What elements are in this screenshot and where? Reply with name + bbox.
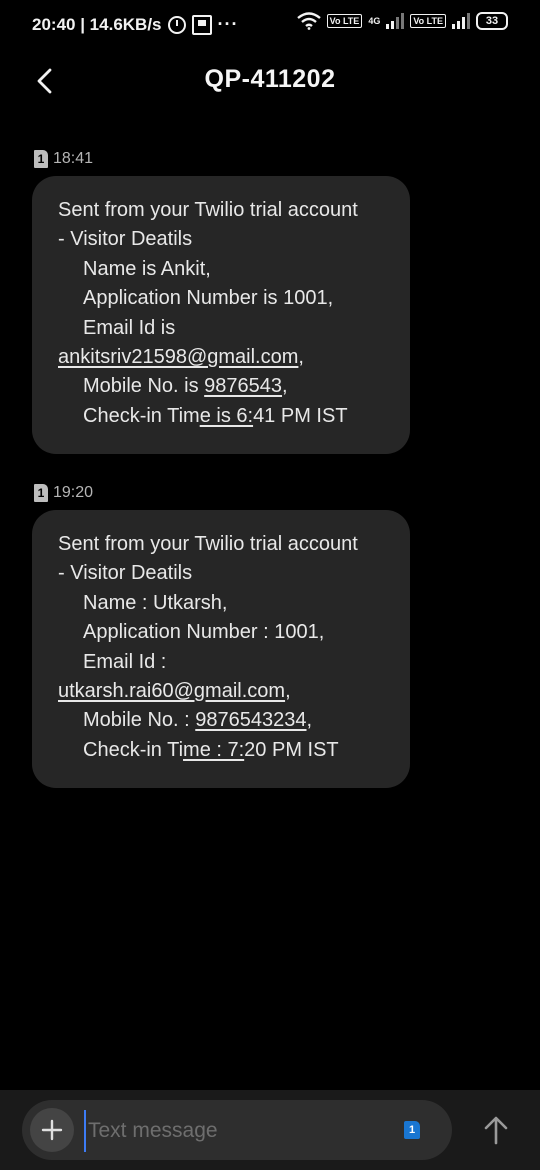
message-line: Application Number is 1001, [83,287,334,310]
sim-1-icon: 1 [34,150,48,168]
composer-bar: 1 [0,1090,540,1170]
volte-badge-2: Vo LTE [410,14,446,28]
message-bubble[interactable]: Sent from your Twilio trial account - Vi… [32,176,410,454]
sim-select-icon[interactable]: 1 [404,1121,420,1139]
message-line: Sent from your Twilio trial account [58,199,358,221]
status-left: 20:40 | 14.6KB/s ··· [32,14,239,35]
email-link[interactable]: utkarsh.rai60@gmail.com [58,680,285,702]
time-link[interactable]: me : 7: [183,739,244,761]
message-line: Sent from your Twilio trial account [58,533,358,555]
more-notifications-icon: ··· [217,14,239,34]
message-text: , [306,709,313,732]
message-line: - Visitor Deatils [58,228,193,251]
message-line: - Visitor Deatils [58,562,193,585]
message-line: utkarsh.rai60@gmail.com, [58,677,390,706]
sim-1-icon: 1 [34,484,48,502]
message-text: Check-in Tim [83,404,200,427]
plus-icon[interactable] [30,1108,74,1152]
signal-strength-icon-1 [386,13,405,29]
message-meta: 1 19:20 [34,484,93,502]
message-text: 41 PM IST [253,404,348,427]
message-timestamp: 18:41 [53,150,94,167]
message-line: Email Id is [83,316,176,339]
message-line: Email Id : [83,650,167,673]
message-line: Mobile No. is 9876543, [58,372,390,401]
message-meta: 1 18:41 [34,150,93,168]
message-text: 20 PM IST [244,738,339,761]
battery-icon: 33 [476,12,508,30]
message-text: , [298,346,304,369]
phone-link[interactable]: 9876543 [204,375,282,397]
phone-link[interactable]: 9876543234 [195,709,306,731]
message-text: , [285,680,291,703]
message-line: Name is Ankit, [83,257,211,280]
message-text: Check-in Ti [83,738,184,761]
message-line: ankitsriv21598@gmail.com, [58,343,390,372]
conversation-header: QP-411202 [0,55,540,107]
message-timestamp: 19:20 [53,484,94,501]
conversation-title: QP-411202 [204,65,336,93]
message-bubble[interactable]: Sent from your Twilio trial account - Vi… [32,510,410,788]
send-arrow-icon[interactable] [478,1112,514,1148]
message-line: Application Number : 1001, [83,621,325,644]
message-line: Check-in Time : 7:20 PM IST [58,736,390,765]
status-bar: 20:40 | 14.6KB/s ··· Vo LTE 4G Vo LTE 33 [0,0,540,50]
status-time-speed: 20:40 | 14.6KB/s [32,14,162,34]
message-text: , [282,375,288,398]
message-input[interactable] [84,1110,390,1152]
network-type-label: 4G [368,16,381,26]
wifi-icon [296,12,321,30]
message-text: Mobile No. is [83,375,205,398]
message-line: Check-in Time is 6:41 PM IST [58,402,390,431]
volte-badge-1: Vo LTE [326,14,363,28]
composer-pill: 1 [22,1100,452,1160]
status-right: Vo LTE 4G Vo LTE 33 [296,12,508,30]
screen-notification-icon [191,14,212,35]
email-link[interactable]: ankitsriv21598@gmail.com [58,346,298,368]
message-line: Name : Utkarsh, [83,591,228,614]
time-link[interactable]: e is 6: [200,405,253,427]
message-text: Mobile No. : [83,709,196,732]
messaging-screen: 20:40 | 14.6KB/s ··· Vo LTE 4G Vo LTE 33… [0,0,540,1170]
signal-strength-icon-2 [452,13,470,29]
alarm-icon [167,15,186,34]
message-line: Mobile No. : 9876543234, [58,706,390,735]
